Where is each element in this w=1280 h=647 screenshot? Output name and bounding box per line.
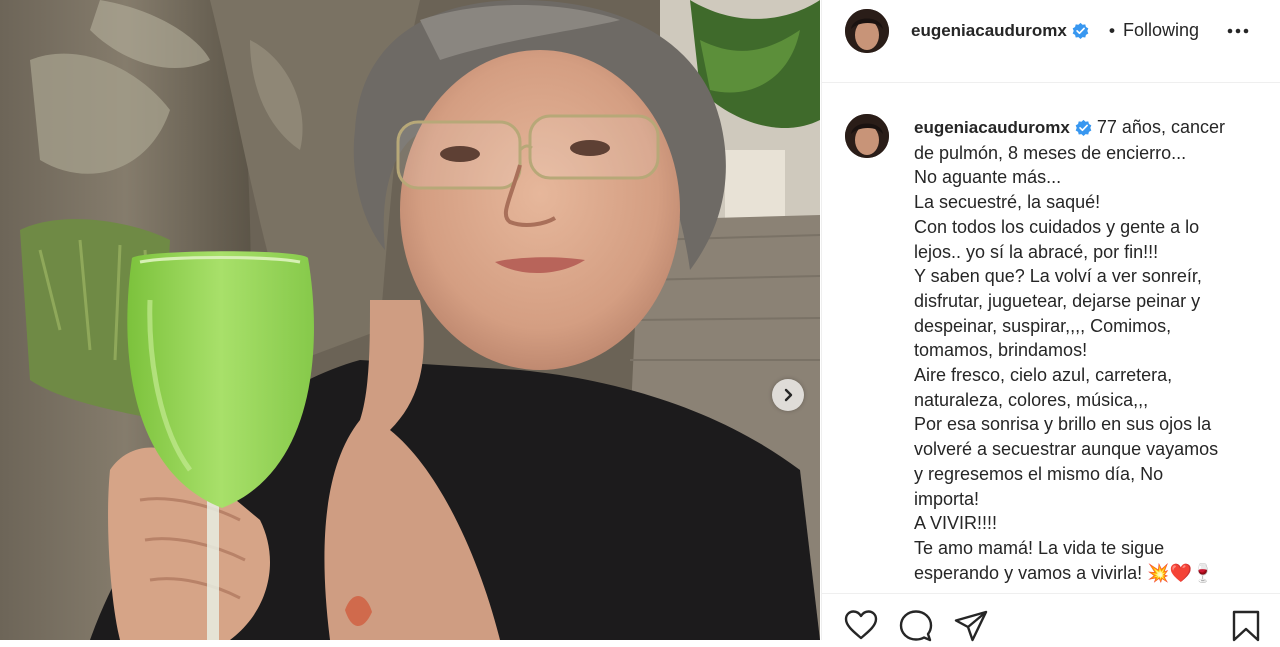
share-button[interactable] bbox=[954, 610, 988, 647]
post-header: eugeniacauduromx • Following bbox=[822, 0, 1280, 83]
caption-line-text: 77 años, cancer bbox=[1096, 117, 1225, 137]
caption-line: Y saben que? La volví a ver sonreír, bbox=[914, 266, 1202, 287]
verified-badge-icon bbox=[1072, 22, 1089, 39]
caption-line: volveré a secuestrar aunque vayamos bbox=[914, 439, 1219, 460]
caption-line: esperando y vamos a vivirla! 💥❤️🍷 bbox=[914, 562, 1215, 583]
caption-section: eugeniacauduromx 77 años, cancer de pulm… bbox=[822, 83, 1280, 593]
caption-line: de pulmón, 8 meses de encierro... bbox=[914, 142, 1187, 163]
caption-line: tomamos, brindamos! bbox=[914, 340, 1088, 361]
caption-line: y regresemos el mismo día, No bbox=[914, 463, 1164, 484]
caption-line: disfrutar, juguetear, dejarse peinar y bbox=[914, 290, 1201, 311]
caption-line: No aguante más... bbox=[914, 167, 1062, 188]
author-username[interactable]: eugeniacauduromx bbox=[911, 21, 1089, 41]
caption-text: eugeniacauduromx 77 años, cancer de pulm… bbox=[914, 115, 1244, 585]
follow-separator: • bbox=[1109, 21, 1115, 40]
more-options-button[interactable] bbox=[1226, 24, 1250, 43]
caption-line: despeinar, suspirar,,,, Comimos, bbox=[914, 315, 1172, 336]
caption-line: importa! bbox=[914, 488, 980, 509]
bookmark-icon bbox=[1232, 610, 1260, 642]
avatar[interactable] bbox=[845, 9, 889, 53]
photo-illustration bbox=[0, 0, 820, 640]
heart-icon bbox=[844, 610, 878, 640]
post-actions-bar bbox=[822, 593, 1280, 642]
avatar-image bbox=[845, 9, 889, 53]
avatar-image bbox=[845, 114, 889, 158]
caption-line: Por esa sonrisa y brillo en sus ojos la bbox=[914, 414, 1212, 435]
caption-line: lejos.. yo sí la abracé, por fin!!! bbox=[914, 241, 1159, 262]
caption-line: Te amo mamá! La vida te sigue bbox=[914, 537, 1165, 558]
share-icon bbox=[954, 610, 988, 642]
caption-line: Aire fresco, cielo azul, carretera, bbox=[914, 365, 1173, 386]
post-side-panel: eugeniacauduromx • Following eugeniacaud… bbox=[821, 0, 1280, 642]
post-photo bbox=[0, 0, 820, 640]
next-photo-button[interactable] bbox=[772, 379, 804, 411]
caption-avatar[interactable] bbox=[845, 114, 889, 158]
caption-line: naturaleza, colores, música,,, bbox=[914, 389, 1149, 410]
chevron-right-icon bbox=[784, 388, 793, 402]
following-button[interactable]: Following bbox=[1123, 20, 1199, 41]
author-username-text[interactable]: eugeniacauduromx bbox=[911, 21, 1067, 40]
more-horizontal-icon bbox=[1227, 28, 1249, 34]
caption-line: A VIVIR!!!! bbox=[914, 513, 998, 534]
caption-line: Con todos los cuidados y gente a lo bbox=[914, 216, 1200, 237]
verified-badge-icon bbox=[1075, 119, 1092, 136]
caption-username[interactable]: eugeniacauduromx bbox=[914, 118, 1070, 137]
save-button[interactable] bbox=[1231, 610, 1261, 647]
caption-line: La secuestré, la saqué! bbox=[914, 192, 1101, 213]
comment-icon bbox=[899, 610, 933, 642]
comment-button[interactable] bbox=[899, 610, 933, 647]
caption-line: eugeniacauduromx 77 años, cancer bbox=[914, 115, 1244, 141]
